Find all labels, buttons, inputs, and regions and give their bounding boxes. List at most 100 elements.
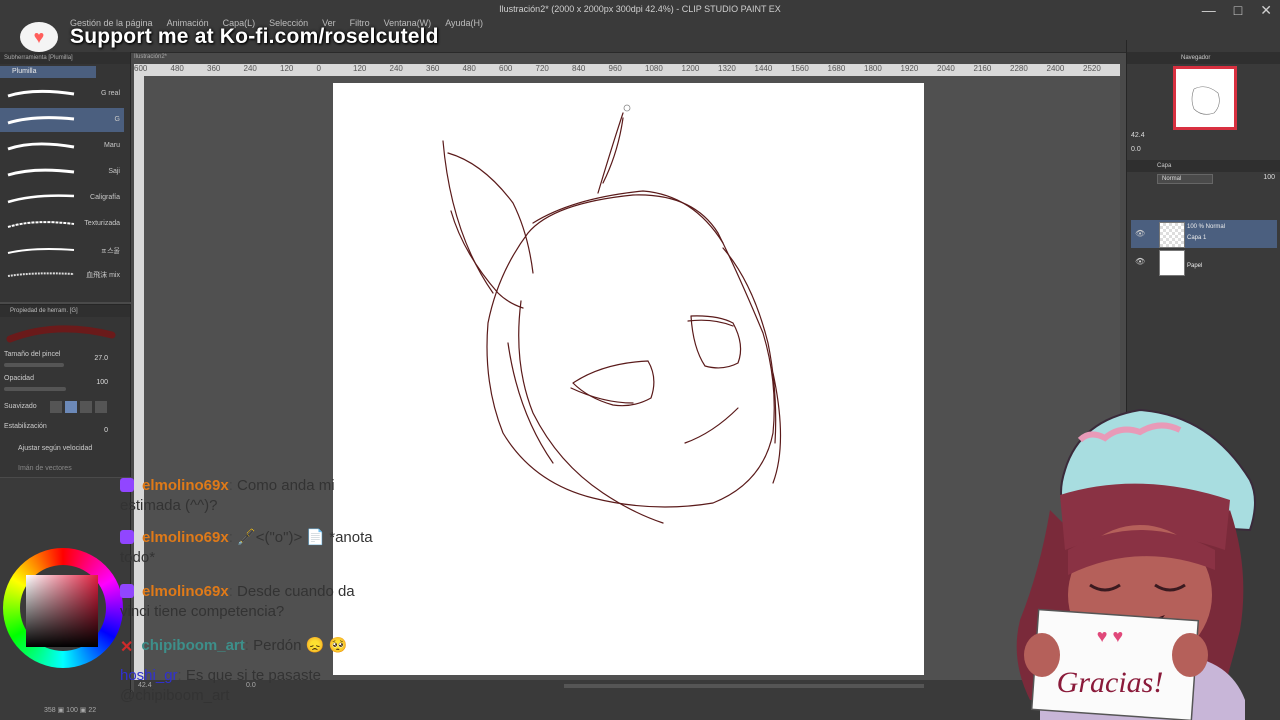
- brush-textured[interactable]: Texturizada: [0, 212, 124, 236]
- brush-size-value[interactable]: 27.0: [94, 355, 108, 362]
- brush-g[interactable]: G: [0, 108, 124, 132]
- navigator-zoom-value[interactable]: 42.4: [1131, 132, 1145, 139]
- brush-stroke-preview: [7, 116, 75, 125]
- chat-username: elmolino69x: [142, 583, 229, 600]
- ruler-tick-label: 480: [462, 64, 476, 73]
- smoothing-options: [50, 401, 107, 413]
- ruler-tick-label: 1920: [900, 64, 919, 73]
- navigator-header: Navegador: [1127, 52, 1280, 64]
- tool-property-header: Propiedad de herram. [G]: [0, 305, 130, 317]
- sign-text: Gracias!: [1057, 666, 1164, 699]
- subscriber-badge-icon: [120, 584, 134, 598]
- layer-opacity-value[interactable]: 100: [1263, 174, 1275, 181]
- ruler-tick-label: 2040: [937, 64, 955, 73]
- close-button[interactable]: ✕: [1260, 2, 1272, 19]
- maximize-button[interactable]: □: [1234, 2, 1242, 19]
- chat-message: elmolino69x: Como anda mi estimada (^^)?: [120, 477, 335, 514]
- speed-label[interactable]: Ajustar según velocidad: [18, 445, 92, 452]
- chat-message: elmolino69x: 🖋️<("o")> 📄 *anota todo*: [120, 529, 373, 566]
- ruler-tick-label: 1560: [791, 64, 809, 73]
- navigator-preview: [1191, 86, 1220, 115]
- smoothing-label: Suavizado: [4, 403, 37, 410]
- ruler-tick-label: 360: [426, 64, 440, 73]
- window-title: Ilustración2* (2000 x 2000px 300dpi 42.4…: [499, 4, 781, 14]
- ruler-tick-label: 240: [243, 64, 257, 73]
- kofi-cup-icon: ♥: [20, 22, 58, 52]
- brush-korean[interactable]: ㅍ스울: [0, 238, 124, 262]
- ruler-tick-label: 1320: [718, 64, 736, 73]
- brush-g-real[interactable]: G real: [0, 82, 124, 106]
- status-coordinates: 358 ▣ 100 ▣ 22: [44, 707, 97, 714]
- layer-item-capa-1[interactable]: 👁 100 % Normal Capa 1: [1131, 220, 1277, 248]
- brush-label: G: [114, 116, 120, 123]
- layer-mode-label: 100 % Normal: [1187, 224, 1226, 230]
- stabilization-value[interactable]: 0: [104, 427, 108, 434]
- brush-maru[interactable]: Maru: [0, 134, 124, 158]
- brush-preview-stroke: [6, 325, 116, 343]
- brush-blood-mix[interactable]: 血飛沫 mix: [0, 262, 124, 286]
- blend-mode-select[interactable]: Normal: [1157, 174, 1213, 184]
- opacity-slider[interactable]: [4, 387, 66, 391]
- chat-message: ✕ chipiboom_art: Perdón 😞 🥺: [120, 637, 348, 656]
- chat-text: Es que si te pasaste: [185, 667, 321, 684]
- stream-chat-overlay: elmolino69x: Como anda mi estimada (^^)?…: [118, 476, 438, 720]
- brush-size-slider[interactable]: [4, 363, 64, 367]
- saturation-value-picker[interactable]: [26, 575, 98, 647]
- opacity-label: Opacidad: [4, 375, 34, 382]
- subtool-tab-pen[interactable]: Plumilla: [0, 66, 96, 78]
- opacity-value[interactable]: 100: [96, 379, 108, 386]
- chat-text: Perdón 😞 🥺: [253, 637, 348, 654]
- chat-username: elmolino69x: [142, 529, 229, 546]
- brush-label: Caligrafía: [90, 194, 120, 201]
- ruler-tick-label: 2520: [1083, 64, 1101, 73]
- menu-item-help[interactable]: Ayuda(H): [445, 18, 483, 28]
- layer-thumbnail: [1159, 222, 1185, 248]
- subscriber-badge-icon: [120, 530, 134, 544]
- brush-saji[interactable]: Saji: [0, 160, 124, 184]
- eye-icon[interactable]: 👁: [1135, 229, 1145, 238]
- window-controls: — □ ✕: [1202, 2, 1272, 19]
- brush-label: Texturizada: [84, 220, 120, 227]
- svg-text:♥ ♥: ♥ ♥: [1097, 626, 1123, 646]
- minimize-button[interactable]: —: [1202, 2, 1216, 19]
- chat-text: 🖋️<("o")> 📄 *anota: [237, 529, 373, 546]
- horizontal-scrollbar[interactable]: [564, 684, 924, 688]
- smoothing-option[interactable]: [50, 401, 62, 413]
- layer-item-paper[interactable]: 👁 Papel: [1131, 248, 1277, 276]
- brush-label: ㅍ스울: [100, 248, 120, 255]
- subtool-panel: Subherramienta [Plumilla] Plumilla G rea…: [0, 52, 131, 302]
- horizontal-ruler: 600 480 360 240 120 0 120 240 360 480 600 720 840 960…: [134, 64, 1120, 76]
- ruler-tick-label: 480: [170, 64, 184, 73]
- chat-username: hoshi_gr: [120, 667, 178, 684]
- chat-username: elmolino69x: [142, 477, 229, 494]
- ruler-tick-label: 1680: [827, 64, 846, 73]
- navigator-rotation-value[interactable]: 0.0: [1131, 146, 1141, 153]
- brush-label: Saji: [108, 168, 120, 175]
- ruler-tick-label: 840: [572, 64, 586, 73]
- chat-text: Como anda mi: [237, 477, 335, 494]
- chat-message: elmolino69x: Desde cuando da vinci tiene…: [120, 583, 355, 620]
- ruler-tick-label: 600: [134, 64, 148, 73]
- ruler-tick-label: 360: [207, 64, 221, 73]
- chat-text-cont: vinci tiene competencia?: [120, 603, 285, 620]
- brush-calligraphy[interactable]: Caligrafía: [0, 186, 124, 210]
- kofi-banner: ♥ Support me at Ko-fi.com/roselcuteld: [20, 20, 439, 54]
- ruler-tick-label: 1440: [754, 64, 773, 73]
- ruler-tick-label: 120: [353, 64, 367, 73]
- brush-label: G real: [100, 90, 120, 97]
- smoothing-option[interactable]: [95, 401, 107, 413]
- chat-text: Desde cuando da: [237, 583, 355, 600]
- ruler-tick-label: 600: [499, 64, 513, 73]
- smoothing-option-selected[interactable]: [65, 401, 77, 413]
- navigator-thumbnail[interactable]: [1173, 66, 1237, 130]
- tool-property-panel: Propiedad de herram. [G] Tamaño del pinc…: [0, 304, 131, 477]
- canvas-tab[interactable]: Ilustración2*: [134, 54, 274, 64]
- brush-stroke-preview: [7, 194, 75, 204]
- kofi-banner-text: Support me at Ko-fi.com/roselcuteld: [70, 25, 439, 48]
- brush-stroke-preview: [7, 272, 75, 277]
- brush-label: 血飛沫 mix: [86, 272, 120, 279]
- stabilization-label: Estabilización: [4, 423, 47, 430]
- chat-text-cont: @chipiboom_art: [120, 687, 230, 704]
- eye-icon[interactable]: 👁: [1135, 257, 1145, 266]
- smoothing-option[interactable]: [80, 401, 92, 413]
